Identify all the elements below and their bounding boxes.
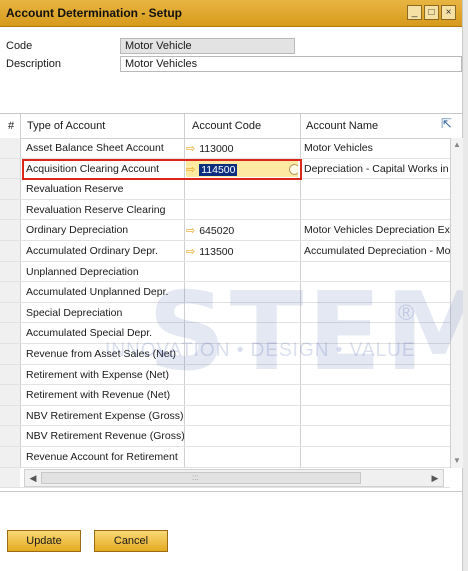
link-arrow-icon[interactable]: ⇨ bbox=[186, 246, 195, 258]
header-account-code[interactable]: Account Code bbox=[192, 120, 261, 132]
account-name-cell: Depreciation - Capital Works in bbox=[304, 162, 449, 175]
description-field[interactable]: Motor Vehicles bbox=[120, 56, 462, 72]
header-type-of-account[interactable]: Type of Account bbox=[27, 120, 105, 132]
type-of-account-cell: Revenue Account for Retirement bbox=[26, 450, 178, 463]
update-button[interactable]: Update bbox=[7, 530, 81, 552]
row-selector[interactable] bbox=[0, 179, 20, 199]
row-selector[interactable] bbox=[0, 240, 20, 261]
description-label: Description bbox=[6, 58, 62, 70]
row-selector[interactable] bbox=[0, 364, 20, 385]
row-selector[interactable] bbox=[0, 323, 20, 343]
account-code-cell[interactable]: ⇨ 113000 bbox=[186, 142, 298, 155]
type-of-account-cell: Revaluation Reserve Clearing bbox=[26, 203, 166, 216]
row-selector[interactable] bbox=[0, 467, 20, 488]
account-name-cell: Motor Vehicles bbox=[304, 142, 373, 154]
row-selector[interactable] bbox=[0, 302, 20, 323]
row-selector[interactable] bbox=[0, 158, 20, 179]
title-bar[interactable]: Account Determination - Setup _ □ × bbox=[0, 0, 462, 27]
table-row[interactable]: Ordinary Depreciation ⇨ 645020 Motor Vehicl… bbox=[0, 220, 450, 241]
row-selector[interactable] bbox=[0, 446, 20, 467]
highlight-box bbox=[22, 159, 302, 180]
table-row[interactable]: NBV Retirement Expense (Gross) bbox=[0, 405, 450, 427]
horizontal-scroll-thumb[interactable]: ::: bbox=[41, 472, 361, 484]
account-code-value: 113500 bbox=[199, 245, 234, 258]
maximize-icon[interactable]: □ bbox=[424, 5, 439, 20]
row-selector[interactable] bbox=[0, 405, 20, 426]
table-row[interactable]: Revenue Account for Retirement bbox=[0, 446, 450, 468]
scroll-left-icon[interactable]: ◀ bbox=[27, 472, 39, 484]
code-field[interactable]: Motor Vehicle bbox=[120, 38, 295, 54]
table-row[interactable]: Revaluation Reserve Clearing bbox=[0, 199, 450, 221]
row-selector[interactable] bbox=[0, 199, 20, 220]
account-code-value: 113000 bbox=[199, 143, 234, 155]
header-account-name[interactable]: Account Name bbox=[306, 120, 378, 132]
row-selector[interactable] bbox=[0, 138, 20, 158]
row-selector[interactable] bbox=[0, 385, 20, 405]
table-row[interactable]: Revaluation Reserve bbox=[0, 179, 450, 200]
table-row[interactable]: NBV Retirement Revenue (Gross) bbox=[0, 426, 450, 447]
horizontal-scrollbar[interactable]: ◀ ::: ▶ bbox=[24, 469, 444, 487]
dialog-window: Account Determination - Setup _ □ × Code… bbox=[0, 0, 468, 571]
type-of-account-cell: Accumulated Ordinary Depr. bbox=[26, 244, 158, 257]
expand-icon[interactable]: ⇱ bbox=[441, 117, 453, 130]
watermark-tagline: INNOVATION • DESIGN • VALUE bbox=[105, 340, 416, 361]
scroll-up-icon[interactable]: ▲ bbox=[452, 140, 462, 150]
table-row[interactable]: Accumulated Ordinary Depr. ⇨ 113500 Accumul… bbox=[0, 240, 450, 262]
account-code-cell[interactable]: ⇨ 113500 bbox=[186, 245, 298, 258]
row-selector[interactable] bbox=[0, 343, 20, 364]
type-of-account-cell: NBV Retirement Expense (Gross) bbox=[26, 409, 184, 422]
account-name-cell: Motor Vehicles Depreciation Exp bbox=[304, 224, 450, 237]
close-icon[interactable]: × bbox=[441, 5, 456, 20]
row-selector[interactable] bbox=[0, 426, 20, 446]
row-selector[interactable] bbox=[0, 261, 20, 282]
watermark-logo: STEM bbox=[148, 270, 468, 395]
watermark-registered: ® bbox=[398, 300, 415, 325]
type-of-account-cell: Asset Balance Sheet Account bbox=[26, 142, 164, 154]
code-label: Code bbox=[6, 40, 33, 52]
minimize-icon[interactable]: _ bbox=[407, 5, 422, 20]
row-selector[interactable] bbox=[0, 220, 20, 240]
account-name-cell: Accumulated Depreciation - Mo bbox=[304, 244, 450, 257]
scroll-right-icon[interactable]: ▶ bbox=[429, 472, 441, 484]
link-arrow-icon[interactable]: ⇨ bbox=[186, 225, 195, 237]
table-row[interactable]: Asset Balance Sheet Account ⇨ 113000 Motor … bbox=[0, 138, 450, 159]
background-window-edge bbox=[463, 0, 468, 571]
link-arrow-icon[interactable]: ⇨ bbox=[186, 143, 195, 155]
cancel-button[interactable]: Cancel bbox=[94, 530, 168, 552]
row-selector[interactable] bbox=[0, 282, 20, 302]
header-num: # bbox=[8, 120, 15, 132]
type-of-account-cell: Revaluation Reserve bbox=[26, 183, 124, 196]
type-of-account-cell: Ordinary Depreciation bbox=[26, 224, 129, 237]
account-code-cell[interactable]: ⇨ 645020 bbox=[186, 224, 298, 237]
account-code-value: 645020 bbox=[199, 225, 235, 238]
grid-header: # Type of Account Account Code Account N… bbox=[0, 114, 462, 139]
type-of-account-cell: NBV Retirement Revenue (Gross) bbox=[26, 430, 184, 443]
window-title: Account Determination - Setup bbox=[6, 6, 183, 20]
scroll-down-icon[interactable]: ▼ bbox=[452, 456, 462, 466]
